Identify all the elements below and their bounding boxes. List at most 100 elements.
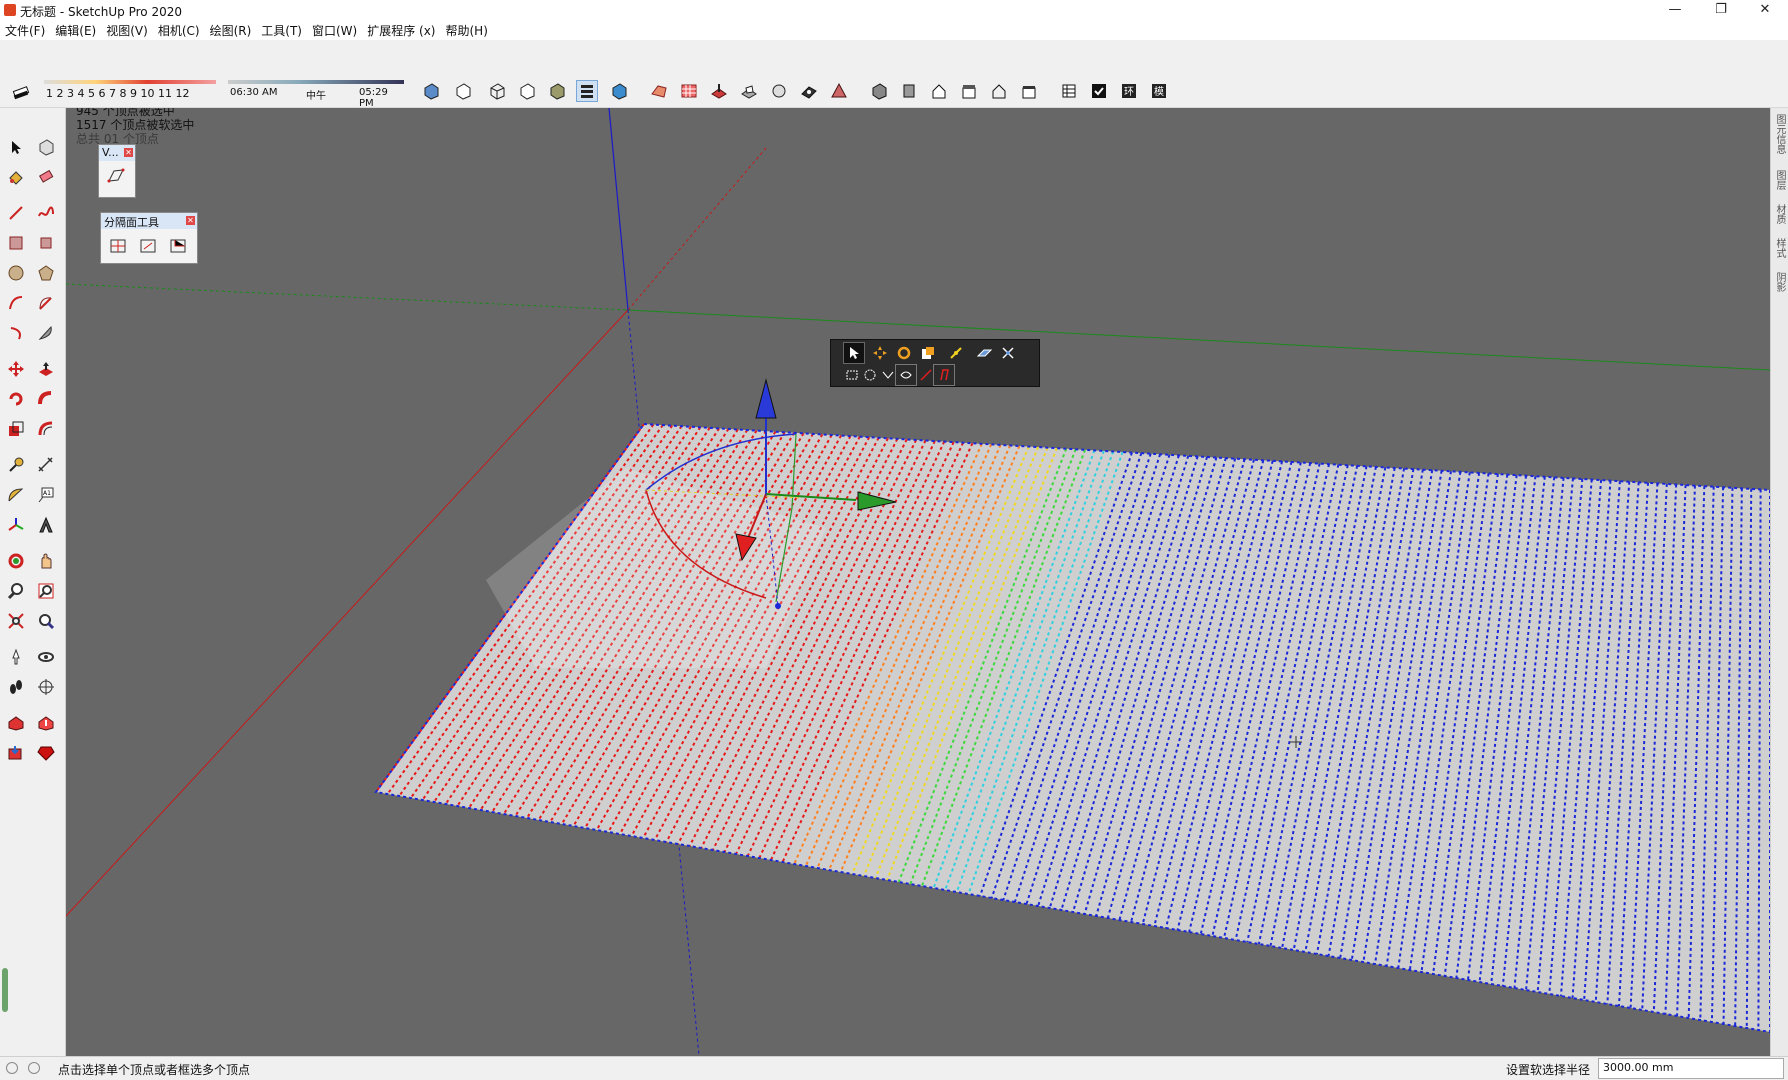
tray-tab-shadows[interactable]: 阴影 (1773, 272, 1787, 292)
palette-drag-handle[interactable] (2, 968, 8, 1012)
sandbox-scratch-icon[interactable] (678, 80, 700, 102)
push-pull-icon[interactable] (33, 356, 59, 382)
front-view-icon[interactable] (928, 80, 950, 102)
dimension-tool-icon[interactable] (33, 452, 59, 478)
close-button[interactable]: ✕ (1742, 0, 1788, 21)
info-icon[interactable] (28, 1062, 40, 1074)
geo-location-icon[interactable] (6, 1062, 18, 1074)
vertex-panel-header[interactable]: V... ✕ (99, 145, 135, 161)
look-around-icon[interactable] (33, 644, 59, 670)
face-select-icon[interactable] (933, 364, 955, 386)
tray-tab-materials[interactable]: 材质 (1773, 204, 1787, 224)
zoom-window-icon[interactable] (33, 578, 59, 604)
smoove-icon[interactable] (708, 80, 730, 102)
menu-window[interactable]: 窗口(W) (307, 21, 362, 39)
back-view-icon[interactable] (988, 80, 1010, 102)
tape-measure-icon[interactable] (3, 452, 29, 478)
gizmo-pivot[interactable] (775, 603, 781, 609)
rotate-tool-icon[interactable] (3, 386, 29, 412)
split-face-icon[interactable] (107, 235, 129, 257)
extension-warehouse-icon[interactable] (3, 740, 29, 766)
select-tool-icon[interactable] (3, 134, 29, 160)
follow-me-icon[interactable] (33, 386, 59, 412)
share-model-icon[interactable] (33, 710, 59, 736)
menu-tools[interactable]: 工具(T) (256, 21, 307, 39)
offset-tool-icon[interactable] (33, 416, 59, 442)
three-point-arc-icon[interactable] (3, 320, 29, 346)
flip-edge-icon[interactable] (828, 80, 850, 102)
warehouse-icon[interactable] (3, 710, 29, 736)
close-icon[interactable]: ✕ (124, 148, 133, 157)
split-face-2-icon[interactable] (137, 235, 159, 257)
freehand-tool-icon[interactable] (33, 200, 59, 226)
position-camera-icon[interactable] (3, 644, 29, 670)
pie-tool-icon[interactable] (33, 320, 59, 346)
arc-tool-icon[interactable] (3, 290, 29, 316)
hidden-line-icon[interactable] (516, 80, 538, 102)
ruby-console-icon[interactable] (33, 740, 59, 766)
drape-icon[interactable] (768, 80, 790, 102)
restore-button[interactable]: ❐ (1698, 0, 1744, 21)
measurements-input[interactable]: 3000.00 mm (1598, 1058, 1784, 1079)
menu-help[interactable]: 帮助(H) (440, 21, 492, 39)
tray-tab-layers[interactable]: 图层 (1773, 170, 1787, 190)
zoom-extents-icon[interactable] (3, 608, 29, 634)
back-edges-icon[interactable] (452, 80, 474, 102)
menu-file[interactable]: 文件(F) (0, 21, 50, 39)
scale-tool-icon[interactable] (3, 416, 29, 442)
model-icon[interactable]: 模 (1148, 80, 1170, 102)
layers-panel-icon[interactable] (1058, 80, 1080, 102)
stamp-icon[interactable] (738, 80, 760, 102)
eraser-icon[interactable] (33, 164, 59, 190)
menu-draw[interactable]: 绘图(R) (205, 21, 257, 39)
polygon-tool-icon[interactable] (33, 260, 59, 286)
add-detail-icon[interactable] (798, 80, 820, 102)
two-point-arc-icon[interactable] (33, 290, 59, 316)
protractor-icon[interactable] (3, 482, 29, 508)
vertex-close-icon[interactable] (997, 342, 1019, 364)
split-panel-header[interactable]: 分隔面工具 ✕ (101, 213, 197, 229)
sandbox-contours-icon[interactable] (648, 80, 670, 102)
menu-camera[interactable]: 相机(C) (153, 21, 205, 39)
env-icon[interactable]: 环 (1118, 80, 1140, 102)
tray-tab-styles[interactable]: 样式 (1773, 238, 1787, 258)
vertex-soft-select-icon[interactable] (945, 342, 967, 364)
minimize-button[interactable]: — (1652, 0, 1698, 21)
paint-select-icon[interactable] (895, 364, 917, 386)
xray-icon[interactable] (420, 80, 442, 102)
vertex-rotate-icon[interactable] (893, 342, 915, 364)
make-component-icon[interactable] (33, 134, 59, 160)
vertex-tool-icon[interactable] (105, 165, 127, 187)
tray-tab-entity-info[interactable]: 图元信息 (1773, 114, 1787, 154)
vertex-select-icon[interactable] (843, 342, 865, 364)
section-plane-icon[interactable] (33, 674, 59, 700)
left-view-icon[interactable] (1018, 80, 1040, 102)
split-face-3-icon[interactable] (167, 235, 189, 257)
model-viewport[interactable]: 945 个顶点被选中 1517 个顶点被软选中 总共 01 个顶点 V... ✕ … (66, 108, 1770, 1056)
line-tool-icon[interactable] (3, 200, 29, 226)
circle-tool-icon[interactable] (3, 260, 29, 286)
top-view-icon[interactable] (898, 80, 920, 102)
rotated-rectangle-icon[interactable] (33, 230, 59, 256)
walk-tool-icon[interactable] (3, 674, 29, 700)
axes-tool-icon[interactable] (3, 512, 29, 538)
vertex-scale-icon[interactable] (917, 342, 939, 364)
shadow-time-slider[interactable]: 06:30 AM 中午 05:29 PM (228, 78, 404, 109)
shaded-textures-icon[interactable] (576, 80, 598, 102)
paint-bucket-icon[interactable] (3, 164, 29, 190)
gizmo-blue-arrow[interactable] (755, 378, 777, 419)
check-icon[interactable] (1088, 80, 1110, 102)
pan-tool-icon[interactable] (33, 548, 59, 574)
shadow-month-slider[interactable]: 1 2 3 4 5 6 7 8 9 10 11 12 (44, 78, 220, 102)
previous-view-icon[interactable] (33, 608, 59, 634)
rectangle-tool-icon[interactable] (3, 230, 29, 256)
orbit-tool-icon[interactable] (3, 548, 29, 574)
zoom-tool-icon[interactable] (3, 578, 29, 604)
vertex-move-icon[interactable] (869, 342, 891, 364)
monochrome-icon[interactable] (608, 80, 630, 102)
menu-view[interactable]: 视图(V) (101, 21, 153, 39)
3d-text-icon[interactable] (33, 512, 59, 538)
vertex-flatten-icon[interactable] (973, 342, 995, 364)
text-tool-icon[interactable]: A1 (33, 482, 59, 508)
move-tool-icon[interactable] (3, 356, 29, 382)
